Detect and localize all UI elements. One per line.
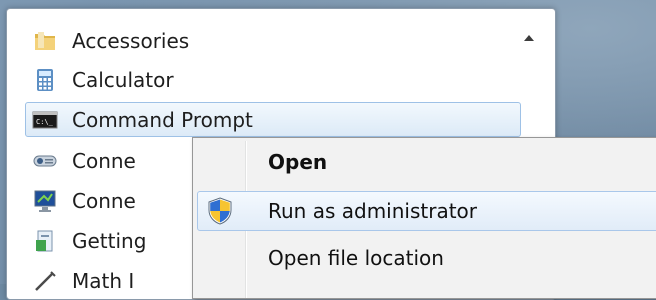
context-menu-run-as-administrator[interactable]: Run as administrator [197, 191, 656, 231]
context-menu: Open Run as administrator Open file loca… [192, 137, 656, 299]
menu-item-label: Getting [72, 228, 147, 253]
svg-text:C:\_: C:\_ [36, 118, 54, 126]
folder-icon [32, 28, 58, 54]
menu-item-label: Accessories [72, 28, 190, 53]
remote-desktop-icon [32, 188, 58, 214]
context-menu-label: Run as administrator [268, 199, 478, 223]
scroll-up-arrow[interactable] [517, 27, 541, 49]
menu-item-accessories[interactable]: Accessories [25, 23, 521, 58]
menu-item-label: Conne [72, 148, 136, 173]
menu-item-label: Math I [72, 268, 135, 293]
menu-item-calculator[interactable]: Calculator [25, 62, 521, 97]
context-menu-label: Open [268, 150, 328, 174]
getting-started-icon [32, 228, 58, 254]
menu-item-command-prompt[interactable]: C:\_ Command Prompt [25, 102, 521, 137]
menu-item-label: Command Prompt [72, 107, 253, 132]
command-prompt-icon: C:\_ [32, 107, 58, 133]
chevron-up-icon [524, 35, 534, 41]
menu-item-label: Conne [72, 188, 136, 213]
connect-projector-icon [32, 148, 58, 174]
math-input-icon [32, 268, 58, 294]
context-menu-open-file-location[interactable]: Open file location [197, 238, 656, 278]
menu-item-label: Calculator [72, 67, 174, 92]
uac-shield-icon [206, 196, 234, 226]
calculator-icon [32, 67, 58, 93]
context-menu-open[interactable]: Open [197, 142, 656, 182]
context-menu-label: Open file location [268, 246, 444, 270]
